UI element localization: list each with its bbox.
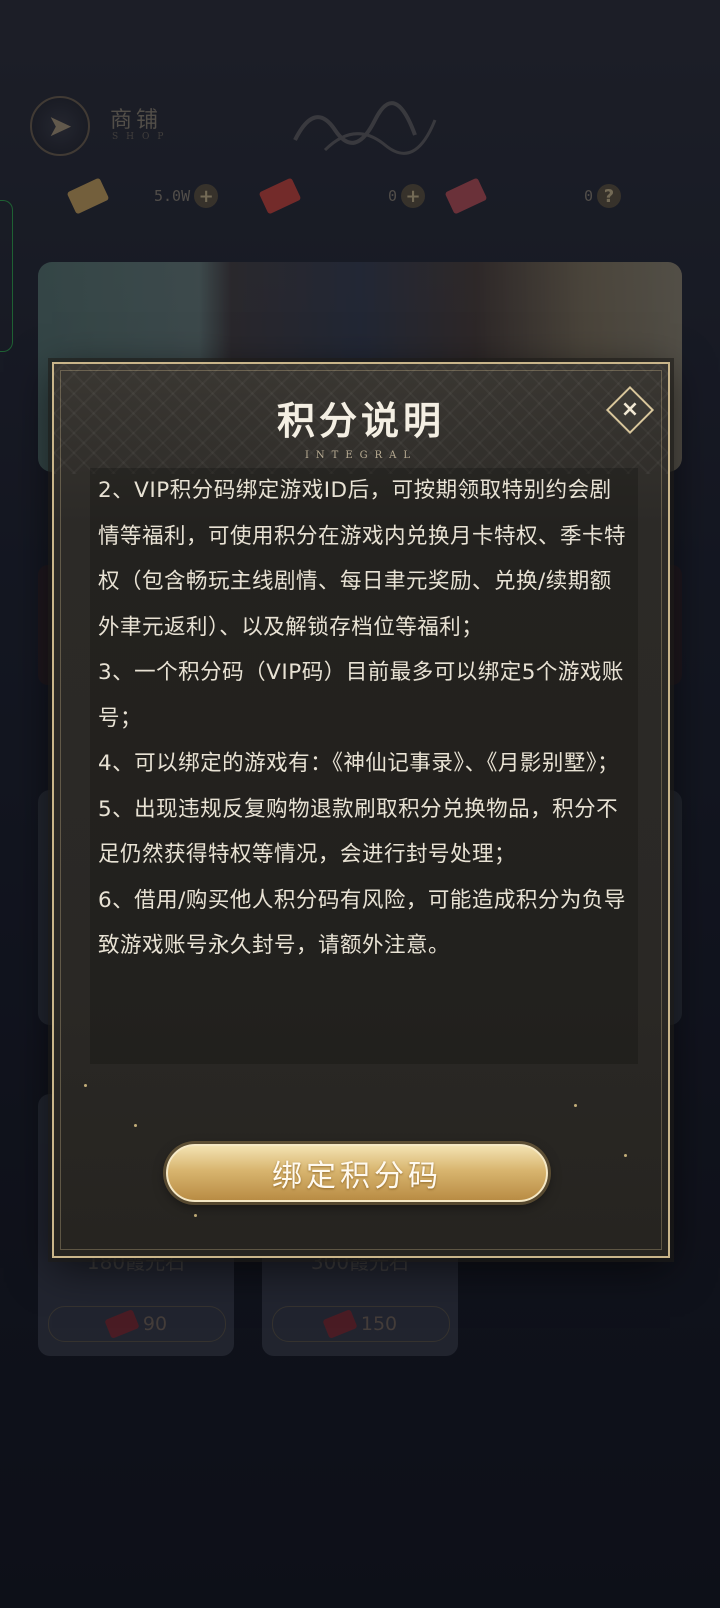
dialog-subtitle: INTEGRAL (304, 450, 418, 461)
rules-scroll-area[interactable]: 2、VIP积分码绑定游戏ID后，可按期领取特别约会剧情等福利，可使用积分在游戏内… (90, 468, 638, 1064)
sparkle (194, 1214, 197, 1217)
rule-item: 6、借用/购买他人积分码有风险，可能造成积分为负导致游戏账号永久封号，请额外注意… (98, 887, 626, 959)
bind-button-label: 绑定积分码 (272, 1159, 442, 1194)
sparkle (624, 1154, 627, 1157)
close-icon: × (620, 397, 640, 422)
close-button[interactable]: × (605, 385, 655, 435)
rule-item: 3、一个积分码（VIP码）目前最多可以绑定5个游戏账号； (98, 660, 624, 731)
sparkle (84, 1084, 87, 1087)
sparkle (134, 1124, 137, 1127)
rule-item: 2、VIP积分码绑定游戏ID后，可按期领取特别约会剧情等福利，可使用积分在游戏内… (98, 478, 627, 640)
sparkle (574, 1104, 577, 1107)
points-info-dialog: 积分说明 INTEGRAL × 2、VIP积分码绑定游戏ID后，可按期领取特别约… (52, 362, 670, 1258)
rule-item: 5、出现违规反复购物退款刷取积分兑换物品，积分不足仍然获得特权等情况，会进行封号… (98, 796, 619, 868)
bind-points-code-button[interactable]: 绑定积分码 (166, 1144, 548, 1202)
rule-item: 4、可以绑定的游戏有：《神仙记事录》、《月影别墅》； (98, 751, 620, 776)
dialog-title: 积分说明 (276, 398, 445, 443)
